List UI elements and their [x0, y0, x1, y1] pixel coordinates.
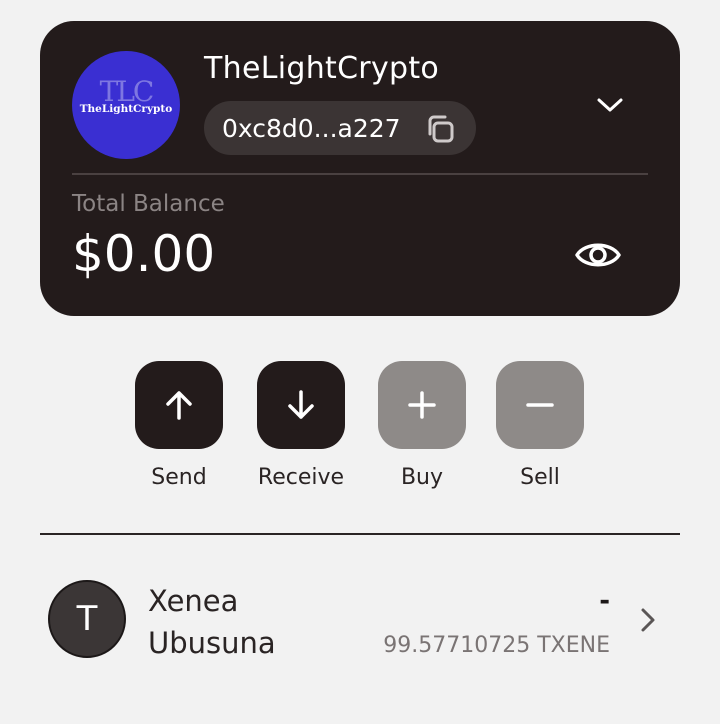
buy-button[interactable] — [378, 361, 466, 449]
sell-label: Sell — [520, 465, 560, 490]
buy-label: Buy — [400, 465, 444, 490]
sell-button[interactable] — [496, 361, 584, 449]
token-amount: 99.57710725 TXENE — [383, 633, 610, 658]
copy-icon[interactable] — [424, 113, 456, 145]
receive-button[interactable] — [257, 361, 345, 449]
avatar-brand-text: TheLightCrypto — [79, 103, 173, 115]
receive-action[interactable]: Receive — [246, 361, 356, 490]
eye-icon[interactable] — [574, 235, 622, 275]
action-bar: Send Receive Buy Sell — [0, 361, 720, 501]
send-button[interactable] — [135, 361, 223, 449]
wallet-card: TLC TheLightCrypto TheLightCrypto 0xc8d0… — [40, 21, 680, 316]
token-avatar: T — [48, 580, 126, 658]
sell-action[interactable]: Sell — [485, 361, 595, 490]
wallet-name: TheLightCrypto — [204, 51, 440, 86]
arrow-down-icon — [288, 390, 314, 419]
total-balance-value: $0.00 — [72, 225, 216, 283]
receive-label: Receive — [257, 465, 345, 490]
chevron-right-icon[interactable] — [638, 606, 658, 634]
list-divider — [40, 533, 680, 535]
buy-action[interactable]: Buy — [367, 361, 477, 490]
minus-icon — [526, 403, 554, 407]
send-action[interactable]: Send — [124, 361, 234, 490]
card-divider — [72, 173, 648, 175]
wallet-avatar: TLC TheLightCrypto — [72, 51, 180, 159]
token-row[interactable]: T Xenea Ubusuna - 99.57710725 TXENE — [40, 566, 680, 676]
wallet-address: 0xc8d0...a227 — [222, 114, 401, 143]
total-balance-label: Total Balance — [72, 191, 225, 217]
chevron-down-icon[interactable] — [596, 95, 624, 115]
arrow-up-icon — [166, 391, 192, 420]
wallet-address-pill[interactable]: 0xc8d0...a227 — [204, 101, 476, 155]
send-label: Send — [151, 465, 207, 490]
plus-icon — [408, 391, 436, 419]
token-name: Xenea Ubusuna — [148, 584, 276, 660]
token-fiat-value: - — [599, 586, 610, 616]
